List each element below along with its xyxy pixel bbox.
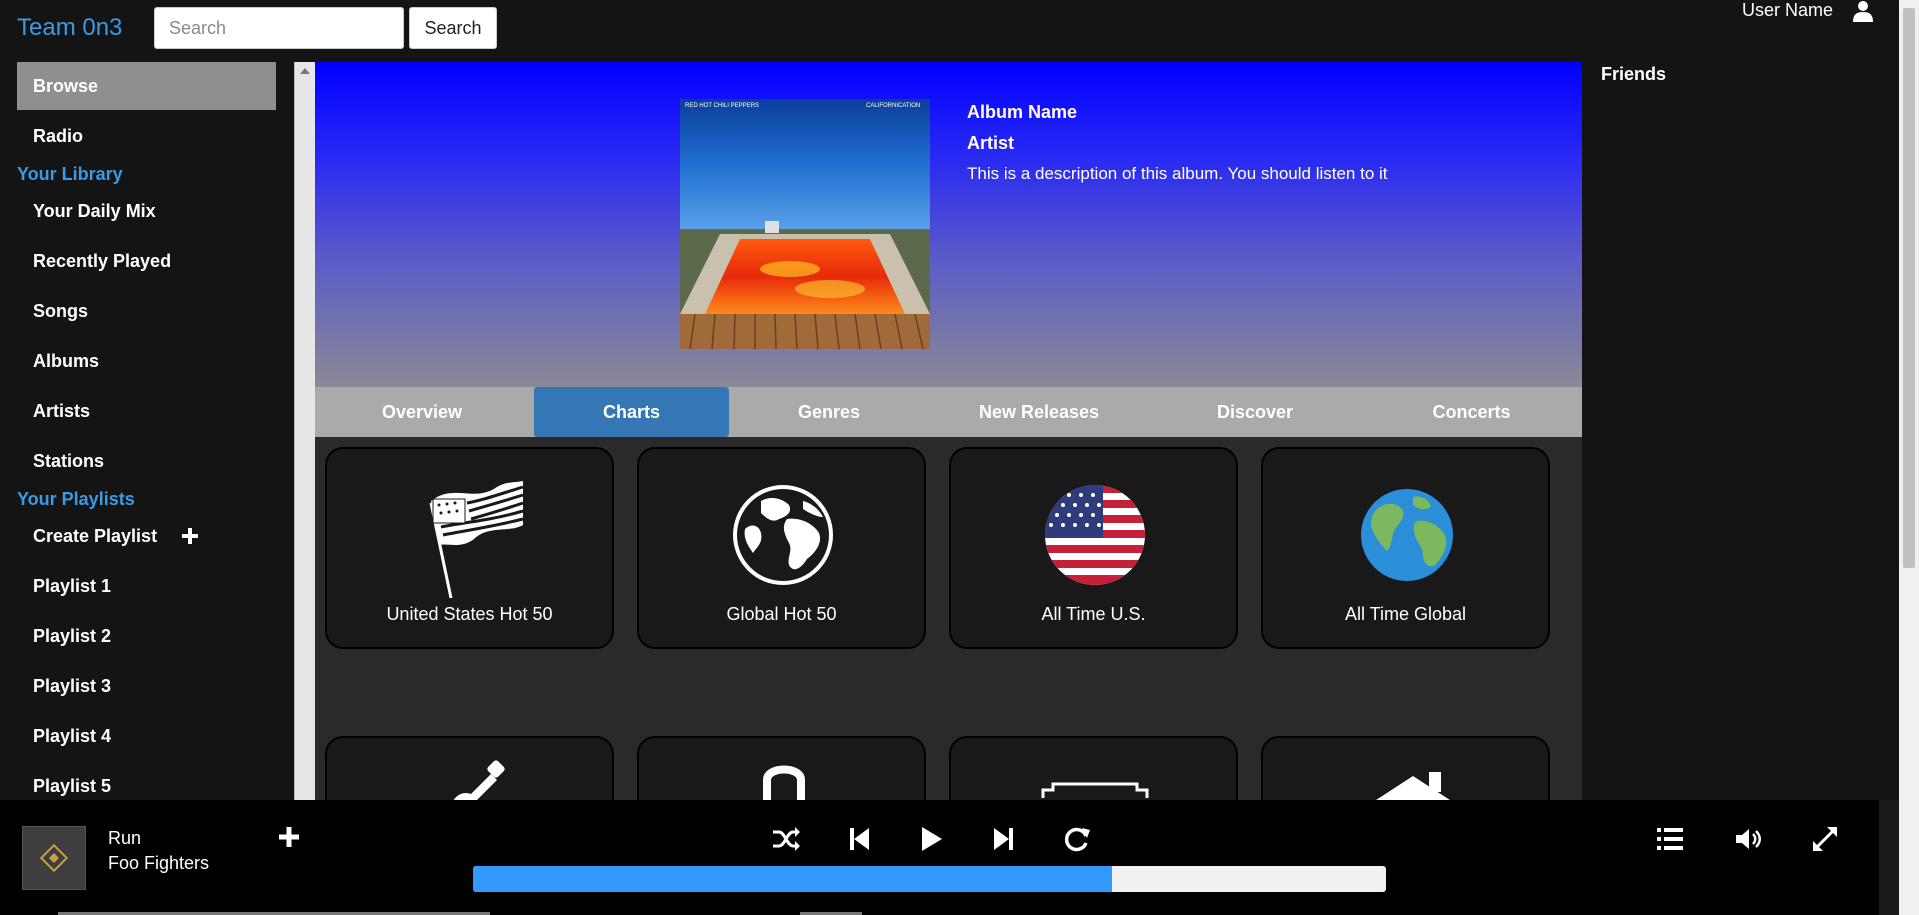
genre-card-2[interactable] [637,736,926,800]
chart-card-label: United States Hot 50 [386,604,553,624]
sidebar-scrollbar[interactable] [294,62,315,800]
volume-icon[interactable] [1733,824,1763,854]
tab-overview[interactable]: Overview [315,387,529,437]
friends-panel: Friends [1582,62,1899,800]
tab-bar: Overview Charts Genres New Releases Disc… [315,387,1582,437]
sidebar-item-songs[interactable]: Songs [17,287,276,335]
sidebar-item-radio[interactable]: Radio [17,112,276,160]
next-track-icon[interactable] [988,824,1018,854]
sidebar-item-playlist-3[interactable]: Playlist 3 [17,662,276,710]
sidebar: Browse Radio Your Library Your Daily Mix… [0,62,294,800]
globe-icon [733,485,833,585]
boombox-icon [1041,782,1149,798]
album-description: This is a description of this album. You… [967,164,1388,183]
player-bar: Run Foo Fighters [0,800,1879,915]
genre-card-1[interactable] [325,736,614,800]
album-cover-band-text: RED HOT CHILI PEPPERS [685,103,759,109]
sidebar-item-browse[interactable]: Browse [17,62,276,110]
sidebar-item-daily-mix[interactable]: Your Daily Mix [17,187,276,235]
chart-card-us-hot-50[interactable]: United States Hot 50 [325,447,614,649]
tab-label: Charts [602,401,660,422]
tab-label: Genres [797,401,861,422]
album-artist[interactable]: Artist [967,133,1014,154]
sidebar-item-recently-played[interactable]: Recently Played [17,237,276,285]
main-content: RED HOT CHILI PEPPERS CALIFORNICATION Al… [315,62,1582,800]
us-flag-circle-icon [1045,485,1145,585]
tab-charts[interactable]: Charts [534,387,729,437]
sidebar-item-playlist-5[interactable]: Playlist 5 [17,762,276,800]
scroll-up-arrow-icon[interactable] [300,68,310,74]
search-button[interactable]: Search [409,7,497,49]
house-icon [1376,772,1450,800]
tab-discover[interactable]: Discover [1149,387,1361,437]
plus-icon[interactable] [278,826,300,848]
search-input[interactable] [154,7,404,49]
tab-new-releases[interactable]: New Releases [929,387,1149,437]
library-heading: Your Library [17,164,123,184]
album-cover-title-text: CALIFORNICATION [866,103,920,109]
progress-bar[interactable] [473,866,1386,892]
tab-genres[interactable]: Genres [729,387,929,437]
track-title[interactable]: Run [108,828,141,849]
progress-bar-fill [473,866,1113,892]
guitar-icon [453,760,505,800]
chart-card-all-time-global[interactable]: All Time Global [1261,447,1550,649]
chart-card-label: Global Hot 50 [726,604,837,624]
tab-label: Discover [1216,401,1294,422]
now-playing-artwork[interactable] [22,826,86,890]
headphones-icon [763,765,805,800]
chart-card-all-time-us[interactable]: All Time U.S. [949,447,1238,649]
create-playlist-label: Create Playlist [33,525,158,546]
shuffle-icon[interactable] [771,824,801,854]
fullscreen-icon[interactable] [1810,824,1840,854]
album-hero: RED HOT CHILI PEPPERS CALIFORNICATION Al… [315,62,1582,387]
repeat-icon[interactable] [1062,824,1092,854]
chart-card-label: All Time Global [1344,604,1467,624]
album-cover[interactable]: RED HOT CHILI PEPPERS CALIFORNICATION [680,99,930,349]
chart-card-label: All Time U.S. [1041,604,1146,624]
sidebar-item-albums[interactable]: Albums [17,337,276,385]
play-icon[interactable] [916,824,946,854]
sidebar-item-stations[interactable]: Stations [17,437,276,485]
album-name: Album Name [967,102,1078,122]
tab-label: Concerts [1432,401,1511,422]
username[interactable]: User Name [1742,0,1833,21]
user-icon[interactable] [1852,0,1874,22]
earth-icon [1361,489,1453,581]
playlists-heading: Your Playlists [17,489,135,509]
us-flag-waving-icon [429,481,524,598]
tab-concerts[interactable]: Concerts [1361,387,1582,437]
top-bar: Team 0n3 Search User Name [0,0,1919,62]
genre-card-4[interactable] [1261,736,1550,800]
sidebar-item-playlist-1[interactable]: Playlist 1 [17,562,276,610]
tab-label: Overview [381,401,463,422]
create-playlist-button[interactable]: Create Playlist [17,512,276,560]
genre-card-3[interactable] [949,736,1238,800]
chart-card-global-hot-50[interactable]: Global Hot 50 [637,447,926,649]
friends-title: Friends [1601,64,1667,84]
brand-logo[interactable]: Team 0n3 [17,14,122,42]
page-scrollbar[interactable] [1899,0,1919,915]
previous-track-icon[interactable] [845,824,875,854]
plus-icon[interactable] [181,527,199,545]
sidebar-item-playlist-2[interactable]: Playlist 2 [17,612,276,660]
track-artist[interactable]: Foo Fighters [108,853,209,874]
queue-list-icon[interactable] [1655,824,1685,854]
tab-label: New Releases [978,401,1100,422]
page-scrollbar-thumb[interactable] [1903,8,1915,568]
sidebar-item-artists[interactable]: Artists [17,387,276,435]
sidebar-item-playlist-4[interactable]: Playlist 4 [17,712,276,760]
